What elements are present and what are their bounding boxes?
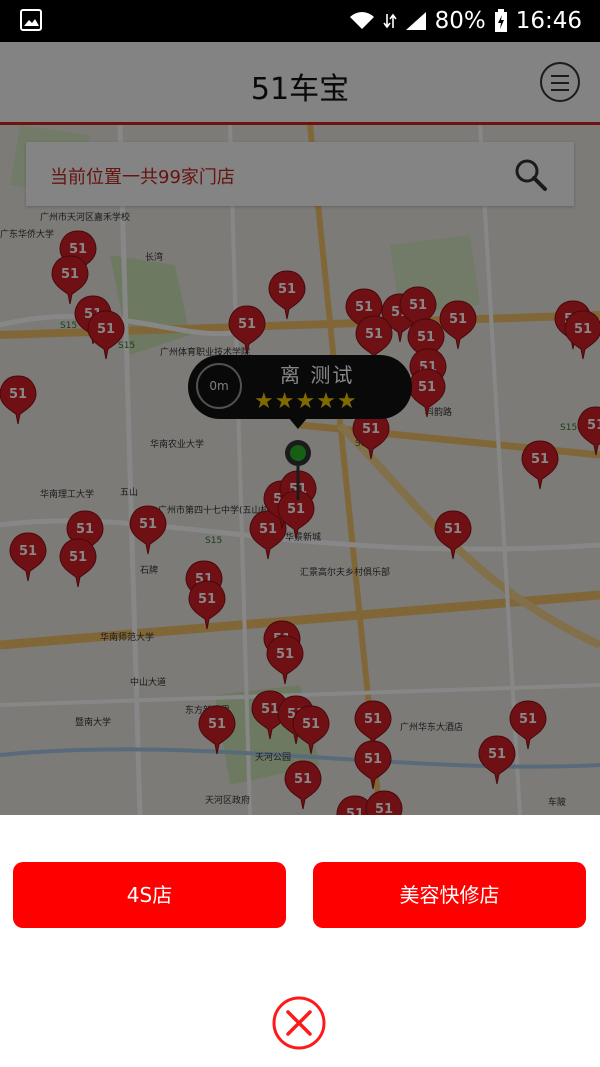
- place-label: 车陂: [548, 796, 566, 808]
- place-label: 天河区政府: [205, 794, 250, 806]
- search-icon[interactable]: [514, 158, 548, 192]
- road-label: S15: [560, 423, 577, 433]
- signal-icon: [405, 12, 426, 30]
- place-label: 石牌: [140, 564, 158, 576]
- battery-percent: 80%: [434, 8, 486, 34]
- place-label: 广东华侨大学: [0, 228, 54, 240]
- place-label: 天河公园: [255, 751, 291, 763]
- store-name: 离 测试: [280, 363, 355, 387]
- store-callout[interactable]: 0m 离 测试 ★★★★★: [188, 355, 412, 429]
- close-icon[interactable]: [271, 995, 327, 1051]
- 4s-store-button[interactable]: 4S店: [13, 862, 286, 928]
- place-label: 长湾: [145, 251, 163, 263]
- place-label: 华南理工大学: [40, 488, 94, 500]
- road-label: S15: [118, 341, 135, 351]
- app-header: 51车宝: [0, 42, 600, 125]
- clock: 16:46: [515, 8, 582, 34]
- place-label: 五山: [120, 487, 138, 498]
- map-canvas: 51 S15 S15 S15 S15 S15 广州市天河区嘉禾学校 长湾 广东华: [0, 125, 600, 815]
- map-view[interactable]: 51 S15 S15 S15 S15 S15 广州市天河区嘉禾学校 长湾 广东华: [0, 125, 600, 815]
- repair-store-button[interactable]: 美容快修店: [313, 862, 586, 928]
- road-label: S15: [205, 536, 222, 546]
- place-label: 暨南大学: [75, 716, 111, 728]
- rating-stars: ★★★★★: [254, 389, 358, 414]
- wifi-icon: [349, 12, 374, 29]
- battery-charging-icon: [494, 9, 507, 32]
- menu-button[interactable]: [540, 62, 580, 102]
- place-label: 广州市天河区嘉禾学校: [40, 211, 130, 223]
- store-type-sheet: 4S店 美容快修店: [0, 815, 600, 1067]
- place-label: 华景新城: [285, 531, 321, 543]
- place-label: 中山大道: [130, 676, 166, 688]
- distance-badge: 0m: [196, 363, 242, 409]
- store-search-bar[interactable]: 当前位置一共99家门店: [26, 142, 574, 206]
- place-label: 广州华东大酒店: [400, 721, 463, 733]
- gallery-icon: [20, 9, 42, 31]
- app-title: 51车宝: [250, 72, 350, 107]
- status-bar: 80% 16:46: [0, 0, 600, 42]
- place-label: 华南师范大学: [100, 631, 154, 643]
- road-label: S15: [60, 321, 77, 331]
- data-arrows-icon: [382, 13, 397, 29]
- store-count-text: 当前位置一共99家门店: [50, 167, 235, 188]
- place-label: 华南农业大学: [150, 438, 204, 450]
- place-label: 汇景高尔夫乡村俱乐部: [300, 566, 390, 578]
- menu-icon: [551, 75, 569, 77]
